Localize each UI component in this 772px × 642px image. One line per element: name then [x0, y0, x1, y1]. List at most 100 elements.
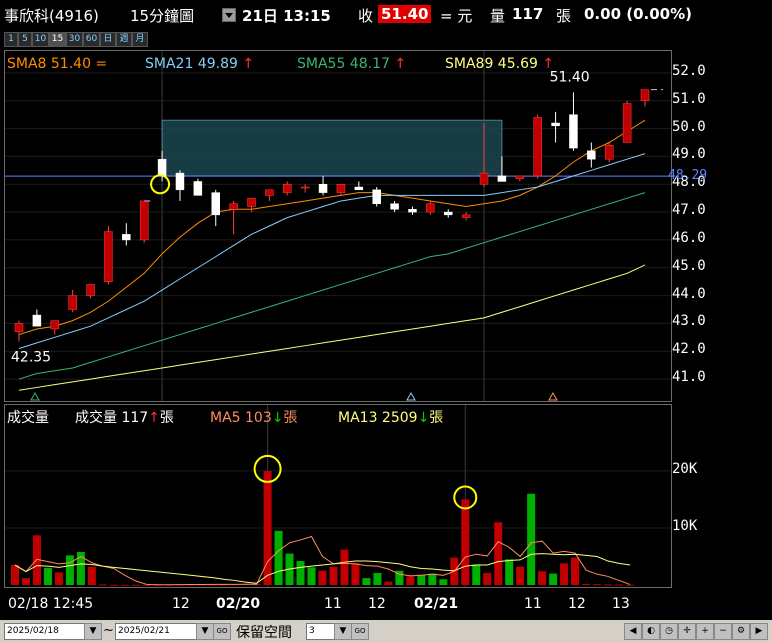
period-button-15m[interactable]: 15	[49, 32, 66, 47]
volume-bar	[560, 563, 569, 585]
price-tick-label: 46.0	[672, 229, 706, 246]
volume-chart[interactable]	[5, 405, 671, 587]
volume-bar	[439, 579, 448, 585]
date-from-dropdown-icon[interactable]: ▼	[84, 623, 102, 640]
candle-body	[408, 209, 417, 213]
crosshair-icon[interactable]: ✛	[678, 623, 696, 640]
volume-bar	[340, 549, 349, 585]
legend-volume-text: 成交量 117	[75, 410, 149, 426]
time-tick-label: 11	[324, 596, 342, 612]
volume-bar	[307, 567, 316, 585]
zoom-in-icon[interactable]: +	[696, 623, 714, 640]
period-button-30m[interactable]: 30	[66, 32, 83, 47]
reserve-go-button[interactable]: GO	[351, 623, 369, 640]
volume-bar	[98, 584, 107, 586]
candle-body	[426, 203, 435, 213]
price-y-axis: 52.0 51.0 50.0 49.0 48.0 47.0 46.0 45.0 44.0 43.0…	[668, 50, 772, 402]
volume-value: 117	[512, 5, 544, 23]
clock-icon[interactable]: ◷	[660, 623, 678, 640]
date-to-dropdown-icon[interactable]: ▼	[196, 623, 214, 640]
current-price-tag: 48.29	[668, 168, 708, 184]
settings-icon[interactable]: ⚙	[732, 623, 750, 640]
candle-body	[479, 172, 489, 185]
reserve-dropdown-icon[interactable]: ▼	[334, 623, 352, 640]
price-tick-label: 42.0	[672, 341, 706, 358]
volume-bar	[626, 584, 634, 586]
volume-bar	[516, 566, 525, 585]
volume-bar	[54, 572, 63, 585]
period-button-1m[interactable]: 1	[4, 32, 18, 47]
legend-sma89-text: SMA89 45.69	[445, 56, 538, 72]
candle-body	[104, 231, 113, 282]
up-arrow-icon: ↑	[148, 410, 160, 426]
volume-unit: 張	[556, 7, 572, 25]
candle-body	[300, 186, 310, 189]
time-tick-label: 02/21	[414, 596, 459, 612]
volume-bar	[131, 584, 140, 586]
volume-bar	[593, 584, 602, 586]
candle-body	[193, 181, 203, 196]
volume-panel[interactable]: 成交量 成交量 117↑張 MA5 103↓張 MA13 2509↓張	[4, 404, 672, 588]
volume-bar	[373, 573, 382, 585]
period-button-day[interactable]: 日	[100, 32, 116, 47]
legend-sma8: SMA8 51.40 =	[7, 56, 108, 72]
candle-body	[14, 323, 24, 333]
time-tick-label: 02/20	[216, 596, 261, 612]
legend-ma5-text: MA5 103	[210, 410, 272, 426]
date-from-field[interactable]: 2025/02/18	[4, 623, 90, 640]
zoom-icon[interactable]: ◐	[642, 623, 660, 640]
volume-bar	[21, 578, 30, 585]
scroll-right-icon[interactable]: ▶	[750, 623, 768, 640]
time-tick-label: 13	[612, 596, 630, 612]
candle-body	[622, 103, 632, 143]
candle-body	[247, 197, 256, 207]
period-button-60m[interactable]: 60	[83, 32, 100, 47]
volume-bar	[43, 567, 52, 585]
candle-body	[569, 114, 578, 149]
candle-body	[497, 175, 507, 182]
volume-bar	[318, 570, 327, 585]
price-tick-label: 45.0	[672, 257, 706, 274]
up-arrow-icon: ↑	[242, 56, 255, 72]
candle-body	[86, 284, 95, 296]
candle-body	[533, 117, 542, 177]
legend-volume: 成交量 117↑張	[75, 407, 174, 427]
price-panel[interactable]: 51.40 42.35 SMA8 51.40 = SMA21 49.89 ↑ SM…	[4, 50, 672, 402]
zoom-out-icon[interactable]: −	[714, 623, 732, 640]
quote-header: 事欣科(4916) 15分鐘圖 21日 13:15 收 51.40 = 元 量 …	[0, 0, 772, 30]
close-label: 收	[358, 7, 374, 25]
time-tick-label: 12	[368, 596, 386, 612]
legend-ma13-unit: 張	[429, 410, 444, 426]
candle-body	[551, 122, 560, 127]
volume-bar	[571, 557, 580, 585]
marker-triangle-icon	[30, 391, 40, 401]
volume-bar	[604, 584, 613, 586]
candle-body	[122, 234, 131, 241]
scroll-left-icon[interactable]: ◀	[624, 623, 642, 640]
volume-bar	[274, 530, 283, 585]
legend-sma55-text: SMA55 48.17	[297, 56, 390, 72]
period-dropdown-icon[interactable]	[222, 8, 236, 22]
datetime: 21日 13:15	[242, 7, 331, 25]
date-go-button[interactable]: GO	[213, 623, 231, 640]
symbol-title[interactable]: 事欣科(4916)	[4, 5, 99, 26]
candle-body	[336, 184, 346, 193]
period-button-month[interactable]: 月	[132, 32, 148, 47]
date-range-tilde: ~	[103, 623, 114, 638]
price-tick-label: 50.0	[672, 118, 706, 135]
up-arrow-icon: ↑	[542, 56, 555, 72]
period-button-5m[interactable]: 5	[18, 32, 32, 47]
period-button-week[interactable]: 週	[116, 32, 132, 47]
date-to-field[interactable]: 2025/02/21	[115, 623, 201, 640]
period-button-10m[interactable]: 10	[32, 32, 49, 47]
candle-body	[157, 158, 167, 177]
legend-sma21: SMA21 49.89 ↑	[145, 56, 254, 72]
time-tick-label: 12	[568, 596, 586, 612]
time-tick-label: 12	[172, 596, 190, 612]
price-chart[interactable]: 51.40 42.35	[5, 51, 671, 401]
candle-body	[229, 203, 238, 210]
volume-bar	[384, 581, 393, 585]
up-arrow-icon: ↑	[394, 56, 407, 72]
close-price-badge: 51.40	[378, 5, 432, 23]
candle-body	[390, 203, 399, 210]
